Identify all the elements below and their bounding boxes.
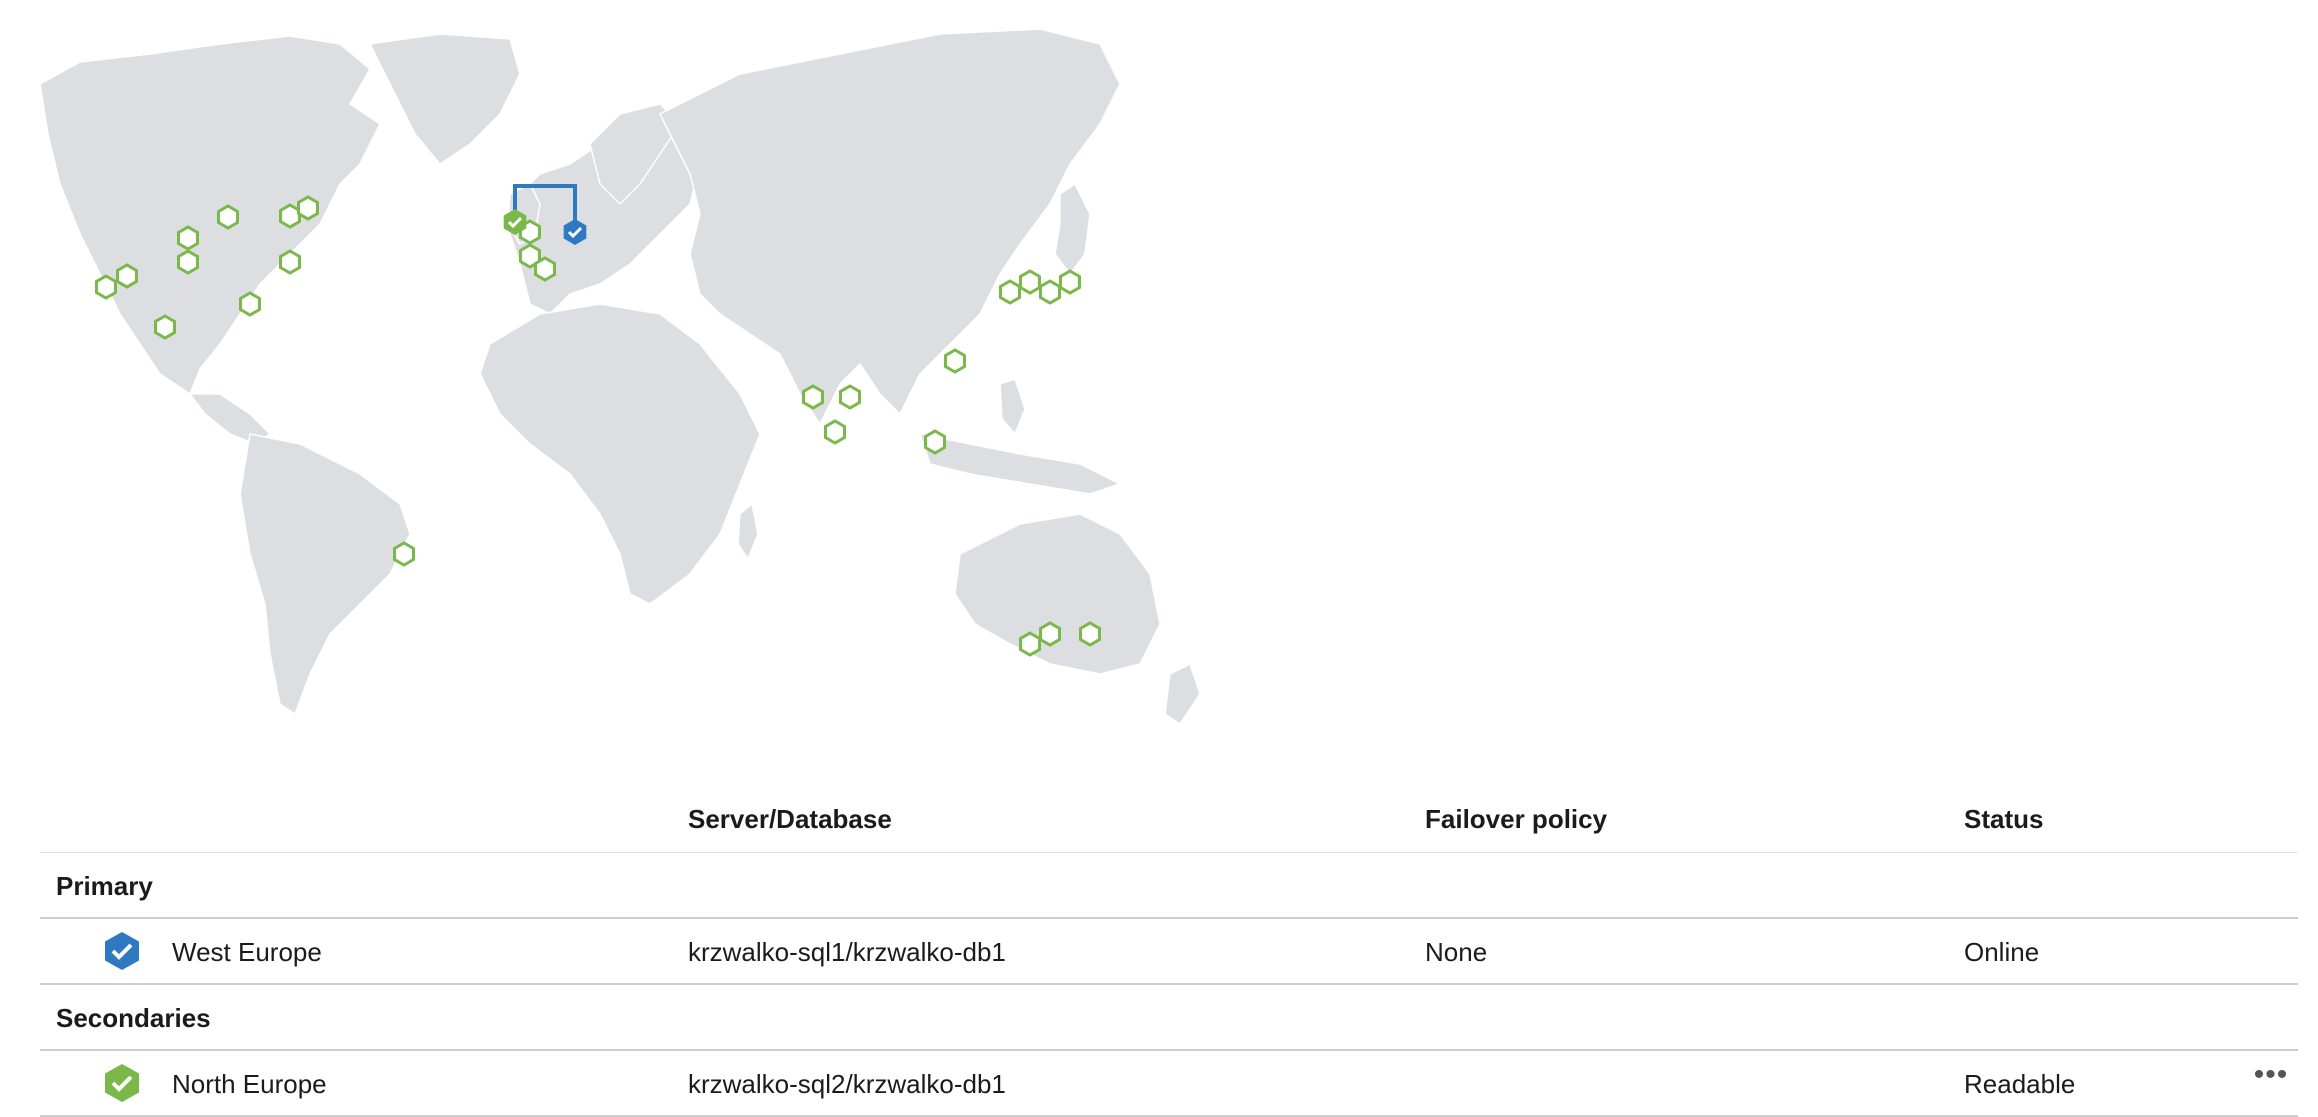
hexagon-outline-icon[interactable] (279, 249, 301, 275)
hexagon-outline-icon[interactable] (116, 263, 138, 289)
hexagon-outline-icon[interactable] (999, 279, 1021, 305)
status-value: Online (1964, 937, 2040, 967)
land-north-america (40, 35, 381, 396)
status-value: Readable (1964, 1069, 2076, 1099)
hexagon-outline-icon[interactable] (239, 291, 261, 317)
hexagon-outline-icon[interactable] (839, 384, 861, 410)
hexagon-outline-icon[interactable] (1039, 621, 1061, 647)
land-asia (658, 28, 1121, 426)
column-header-server-database[interactable]: Server/Database (688, 804, 892, 835)
replication-map (40, 14, 1220, 734)
hexagon-outline-icon[interactable] (1019, 269, 1041, 295)
green-check-hexagon-icon (105, 1064, 139, 1102)
group-label-primary: Primary (56, 871, 153, 901)
land-philippines (999, 378, 1026, 436)
group-label-secondaries: Secondaries (56, 1003, 211, 1033)
hexagon-outline-icon[interactable] (944, 348, 966, 374)
server-database-link[interactable]: krzwalko-sql1/krzwalko-db1 (688, 937, 1006, 968)
hexagon-outline-icon[interactable] (279, 203, 301, 229)
land-madagascar (737, 502, 759, 561)
column-header-status[interactable]: Status (1964, 804, 2043, 835)
group-secondaries: Secondaries (40, 985, 2298, 1051)
world-map (40, 28, 1201, 726)
land-africa (479, 303, 761, 605)
land-greenland (368, 33, 521, 165)
table-row-primary[interactable]: West Europe krzwalko-sql1/krzwalko-db1 N… (40, 919, 2298, 985)
replicas-grid: Server/Database Failover policy Status P… (40, 786, 2298, 1117)
hexagon-outline-icon[interactable] (297, 195, 319, 221)
region-name: North Europe (172, 1069, 327, 1099)
hexagon-outline-icon[interactable] (177, 225, 199, 251)
grid-header: Server/Database Failover policy Status (40, 786, 2298, 853)
hexagon-outline-icon[interactable] (217, 204, 239, 230)
failover-policy-value: None (1425, 937, 1488, 967)
hexagon-outline-icon[interactable] (393, 541, 415, 567)
region-name: West Europe (172, 937, 322, 967)
more-options-button[interactable]: ••• (2244, 1060, 2298, 1103)
hexagon-outline-icon[interactable] (1059, 269, 1081, 295)
land-australia (954, 513, 1161, 675)
land-indonesia (918, 433, 1122, 495)
hexagon-outline-icon[interactable] (924, 429, 946, 455)
hexagon-outline-icon[interactable] (1039, 279, 1061, 305)
land-japan (1054, 182, 1091, 276)
hexagon-outline-icon[interactable] (534, 256, 556, 282)
land-new-zealand (1164, 662, 1201, 726)
land-masses (40, 28, 1201, 726)
column-header-failover-policy[interactable]: Failover policy (1425, 804, 1607, 835)
hexagon-outline-icon[interactable] (802, 384, 824, 410)
hexagon-outline-icon[interactable] (177, 249, 199, 275)
hexagon-outline-icon[interactable] (1019, 631, 1041, 657)
hexagon-outline-icon[interactable] (95, 274, 117, 300)
server-database-link[interactable]: krzwalko-sql2/krzwalko-db1 (688, 1069, 1006, 1100)
blue-check-hexagon-icon (105, 932, 139, 970)
table-row-secondary[interactable]: North Europe krzwalko-sql2/krzwalko-db1 … (40, 1051, 2298, 1117)
hexagon-outline-icon[interactable] (154, 314, 176, 340)
hexagon-outline-icon[interactable] (1079, 621, 1101, 647)
hexagon-outline-icon[interactable] (824, 419, 846, 445)
land-south-america (239, 433, 411, 716)
group-primary: Primary (40, 853, 2298, 919)
